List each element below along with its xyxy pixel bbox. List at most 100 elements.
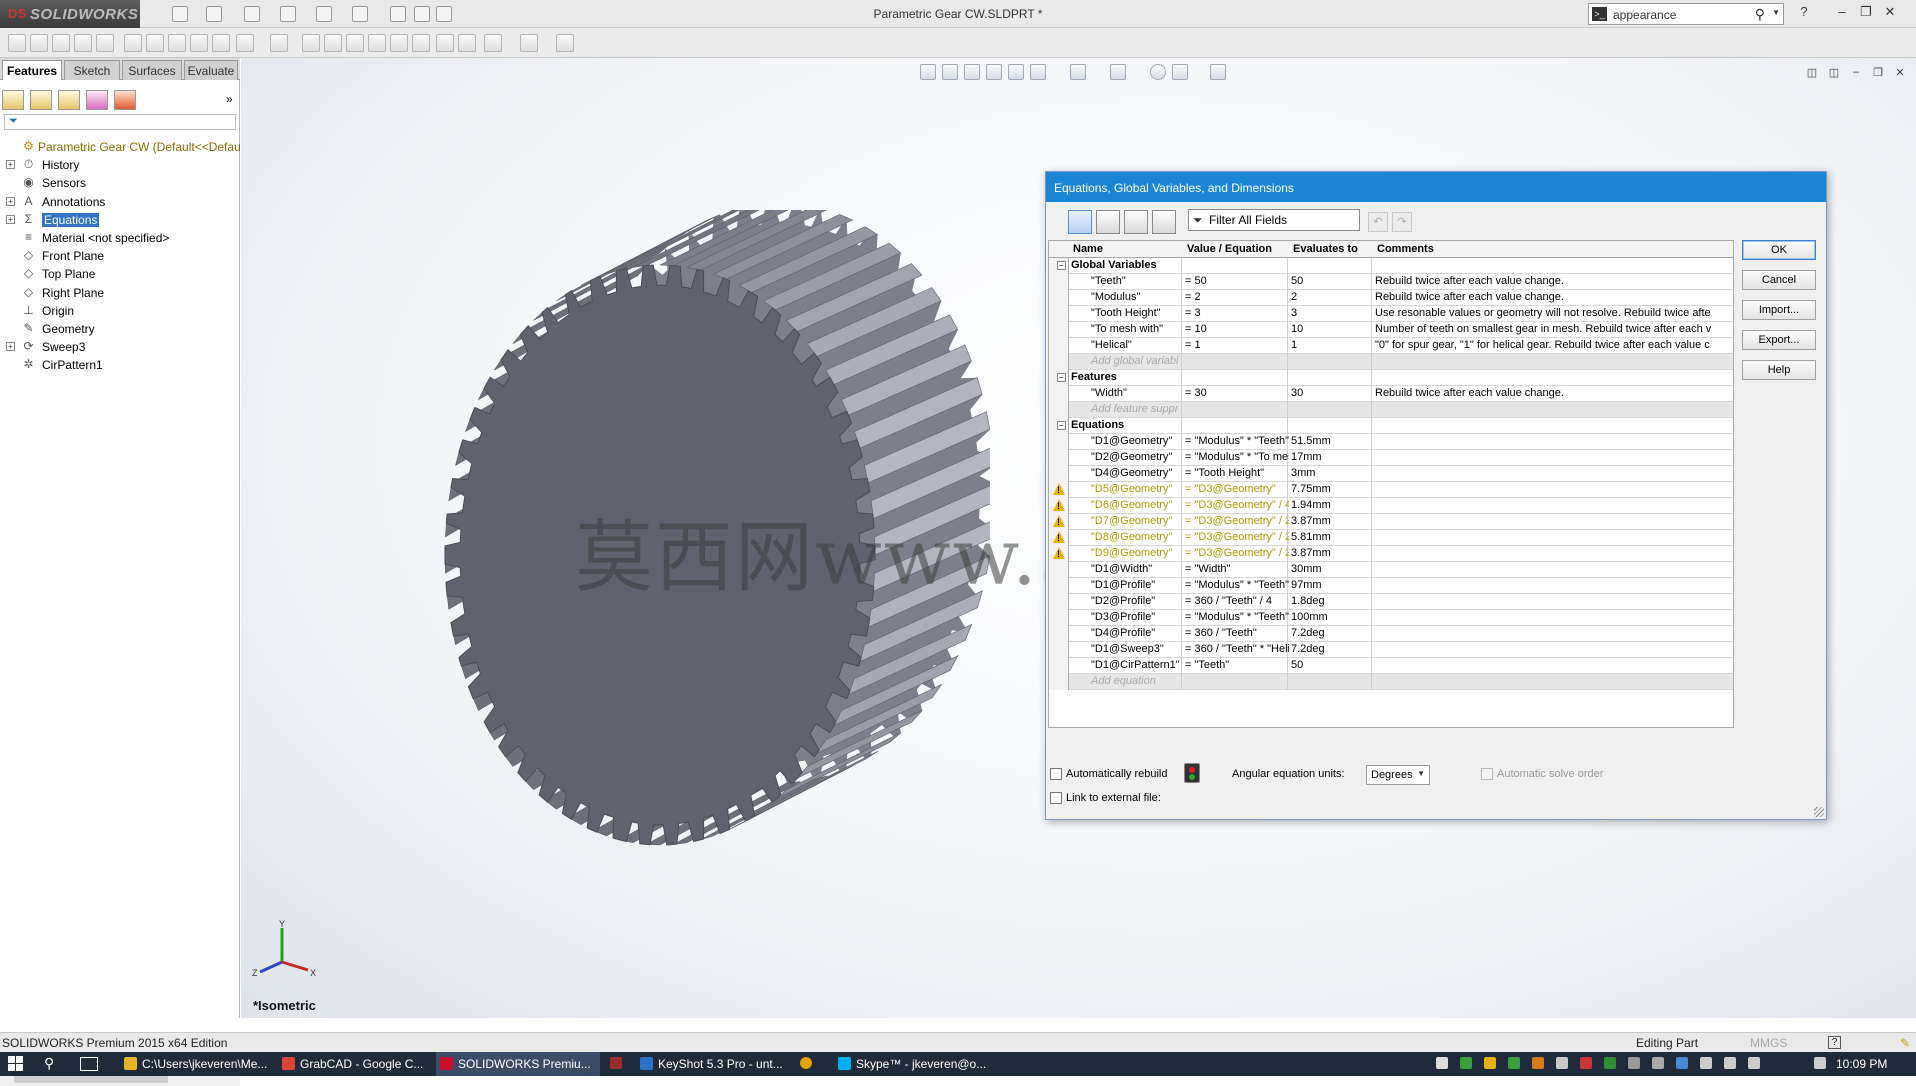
comment-cell[interactable]: Number of teeth on smallest gear in mesh… <box>1375 323 1731 335</box>
comment-cell[interactable]: Rebuild twice after each value change. <box>1375 387 1731 399</box>
table-row[interactable]: "D1@CirPattern1" = "Teeth" 50 <box>1049 658 1733 674</box>
link-external-checkbox[interactable] <box>1050 792 1062 805</box>
comment-cell[interactable]: "0" for spur gear, "1" for helical gear.… <box>1375 339 1731 351</box>
collapse-icon[interactable]: − <box>1057 421 1066 430</box>
magnifier-icon[interactable]: ⚲ <box>1755 6 1765 23</box>
comment-cell[interactable]: Rebuild twice after each value change. <box>1375 275 1731 287</box>
expand-icon[interactable]: + <box>6 160 15 170</box>
auto-rebuild-checkbox[interactable] <box>1050 768 1062 781</box>
value-cell[interactable]: = "Modulus" * "Teeth" <box>1185 611 1289 623</box>
add-row-placeholder[interactable]: Add global variable <box>1071 355 1179 367</box>
table-row[interactable]: "D2@Profile" = 360 / "Teeth" / 4 1.8deg <box>1049 594 1733 610</box>
rebuild-pencil-icon[interactable]: ✎ <box>1900 1036 1910 1050</box>
name-cell[interactable]: "D1@Geometry" <box>1071 435 1179 447</box>
taskbar-app[interactable]: Skype™ - jkeveren@o... <box>834 1052 986 1076</box>
tray-icon[interactable] <box>1604 1057 1616 1069</box>
ordered-view-icon[interactable] <box>1152 210 1176 234</box>
value-cell[interactable]: = "D3@Geometry" <box>1185 483 1289 495</box>
tab-surfaces[interactable]: Surfaces <box>122 60 182 80</box>
draft-icon[interactable] <box>324 34 342 52</box>
evaluates-cell[interactable]: 50 <box>1291 275 1371 287</box>
table-row[interactable]: "D6@Geometry" = "D3@Geometry" / 41.94mm <box>1049 498 1733 514</box>
tree-item[interactable]: ◇ Front Plane <box>0 247 240 265</box>
cut-revolve-icon[interactable] <box>146 34 164 52</box>
fillet-icon[interactable] <box>236 34 254 52</box>
value-cell[interactable]: = "Modulus" * "Teeth" <box>1185 579 1289 591</box>
sweep-tool-icon[interactable] <box>52 34 70 52</box>
evaluates-cell[interactable]: 1 <box>1291 339 1371 351</box>
windows-start-icon[interactable] <box>8 1056 24 1072</box>
value-cell[interactable]: = "Tooth Height" <box>1185 467 1289 479</box>
viewport-close-icon[interactable]: ✕ <box>1892 66 1908 80</box>
network-icon[interactable] <box>1724 1057 1736 1069</box>
tab-features[interactable]: Features <box>2 60 62 80</box>
revolve-icon[interactable] <box>30 34 48 52</box>
name-cell[interactable]: "D9@Geometry" <box>1071 547 1179 559</box>
table-row[interactable]: "D3@Profile" = "Modulus" * "Teeth" 100mm <box>1049 610 1733 626</box>
name-cell[interactable]: "To mesh with" <box>1071 323 1179 335</box>
evaluates-cell[interactable]: 51.5mm <box>1291 435 1371 447</box>
row-selector[interactable] <box>1049 674 1069 690</box>
intersect-icon[interactable] <box>390 34 408 52</box>
evaluates-cell[interactable]: 1.94mm <box>1291 499 1371 511</box>
tree-item[interactable]: ⊥ Origin <box>0 302 240 320</box>
row-selector[interactable] <box>1049 402 1069 418</box>
undo-equation-icon[interactable]: ↶ <box>1368 212 1388 232</box>
reference-geometry-icon[interactable] <box>458 34 476 52</box>
zoom-to-fit-icon[interactable] <box>920 64 936 80</box>
row-selector[interactable] <box>1049 354 1069 370</box>
tray-icon[interactable] <box>1652 1057 1664 1069</box>
row-selector[interactable] <box>1049 274 1069 290</box>
group-label[interactable]: − Features <box>1057 371 1187 383</box>
name-cell[interactable]: "D3@Profile" <box>1071 611 1179 623</box>
property-manager-icon[interactable] <box>30 90 52 110</box>
name-cell[interactable]: "D4@Geometry" <box>1071 467 1179 479</box>
sketch-equation-view-icon[interactable] <box>1096 210 1120 234</box>
row-selector[interactable] <box>1049 594 1069 610</box>
hide-show-items-icon[interactable] <box>1110 64 1126 80</box>
table-row[interactable]: "D1@Width" = "Width" 30mm <box>1049 562 1733 578</box>
add-row[interactable]: Add equation <box>1049 674 1733 690</box>
evaluates-cell[interactable]: 7.75mm <box>1291 483 1371 495</box>
tray-icon[interactable] <box>1508 1057 1520 1069</box>
name-cell[interactable]: "D7@Geometry" <box>1071 515 1179 527</box>
evaluates-cell[interactable]: 30 <box>1291 387 1371 399</box>
minimize-icon[interactable]: – <box>1832 4 1852 22</box>
restore-icon[interactable]: ❐ <box>1856 4 1876 22</box>
name-cell[interactable]: "D4@Profile" <box>1071 627 1179 639</box>
tree-item[interactable]: ◉ Sensors <box>0 174 240 192</box>
value-cell[interactable]: = 50 <box>1185 275 1289 287</box>
units-label[interactable]: MMGS <box>1750 1036 1787 1050</box>
extrude-icon[interactable] <box>8 34 26 52</box>
taskbar-app[interactable]: GrabCAD - Google C... <box>278 1052 428 1076</box>
row-selector[interactable] <box>1049 466 1069 482</box>
name-cell[interactable]: "Teeth" <box>1071 275 1179 287</box>
tree-item[interactable]: + Σ Equations <box>0 211 240 229</box>
value-cell[interactable]: = "Modulus" * "Teeth" <box>1185 435 1289 447</box>
group-label[interactable]: − Global Variables <box>1057 259 1187 271</box>
help-icon[interactable]: ? <box>1794 4 1814 22</box>
value-cell[interactable]: = 360 / "Teeth" <box>1185 627 1289 639</box>
pinned-app-icon[interactable] <box>610 1057 622 1069</box>
table-row[interactable]: "D7@Geometry" = "D3@Geometry" / 23.87mm <box>1049 514 1733 530</box>
taskbar-app[interactable]: SOLIDWORKS Premiu... <box>436 1052 600 1076</box>
task-view-icon[interactable] <box>80 1057 98 1071</box>
expand-icon[interactable]: + <box>6 214 15 224</box>
redo-equation-icon[interactable]: ↷ <box>1392 212 1412 232</box>
cut-sweep-icon[interactable] <box>168 34 186 52</box>
table-row[interactable]: "D9@Geometry" = "D3@Geometry" / 23.87mm <box>1049 546 1733 562</box>
auto-rebuild-option[interactable]: Automatically rebuild <box>1050 768 1168 781</box>
name-cell[interactable]: "D6@Geometry" <box>1071 499 1179 511</box>
equation-view-icon[interactable] <box>1068 210 1092 234</box>
name-cell[interactable]: "D2@Geometry" <box>1071 451 1179 463</box>
value-cell[interactable]: = "Modulus" * "To mesh with" <box>1185 451 1289 463</box>
name-cell[interactable]: "D5@Geometry" <box>1071 483 1179 495</box>
row-selector[interactable] <box>1049 562 1069 578</box>
tray-icon[interactable] <box>1628 1057 1640 1069</box>
add-row[interactable]: Add global variable <box>1049 354 1733 370</box>
viewport-split-icon[interactable]: ◫ <box>1804 66 1820 80</box>
value-cell[interactable]: = "Teeth" <box>1185 659 1289 671</box>
evaluates-cell[interactable]: 10 <box>1291 323 1371 335</box>
table-row[interactable]: "D1@Profile" = "Modulus" * "Teeth" 97mm <box>1049 578 1733 594</box>
table-row[interactable]: "Helical" = 1 1 "0" for spur gear, "1" for … <box>1049 338 1733 354</box>
